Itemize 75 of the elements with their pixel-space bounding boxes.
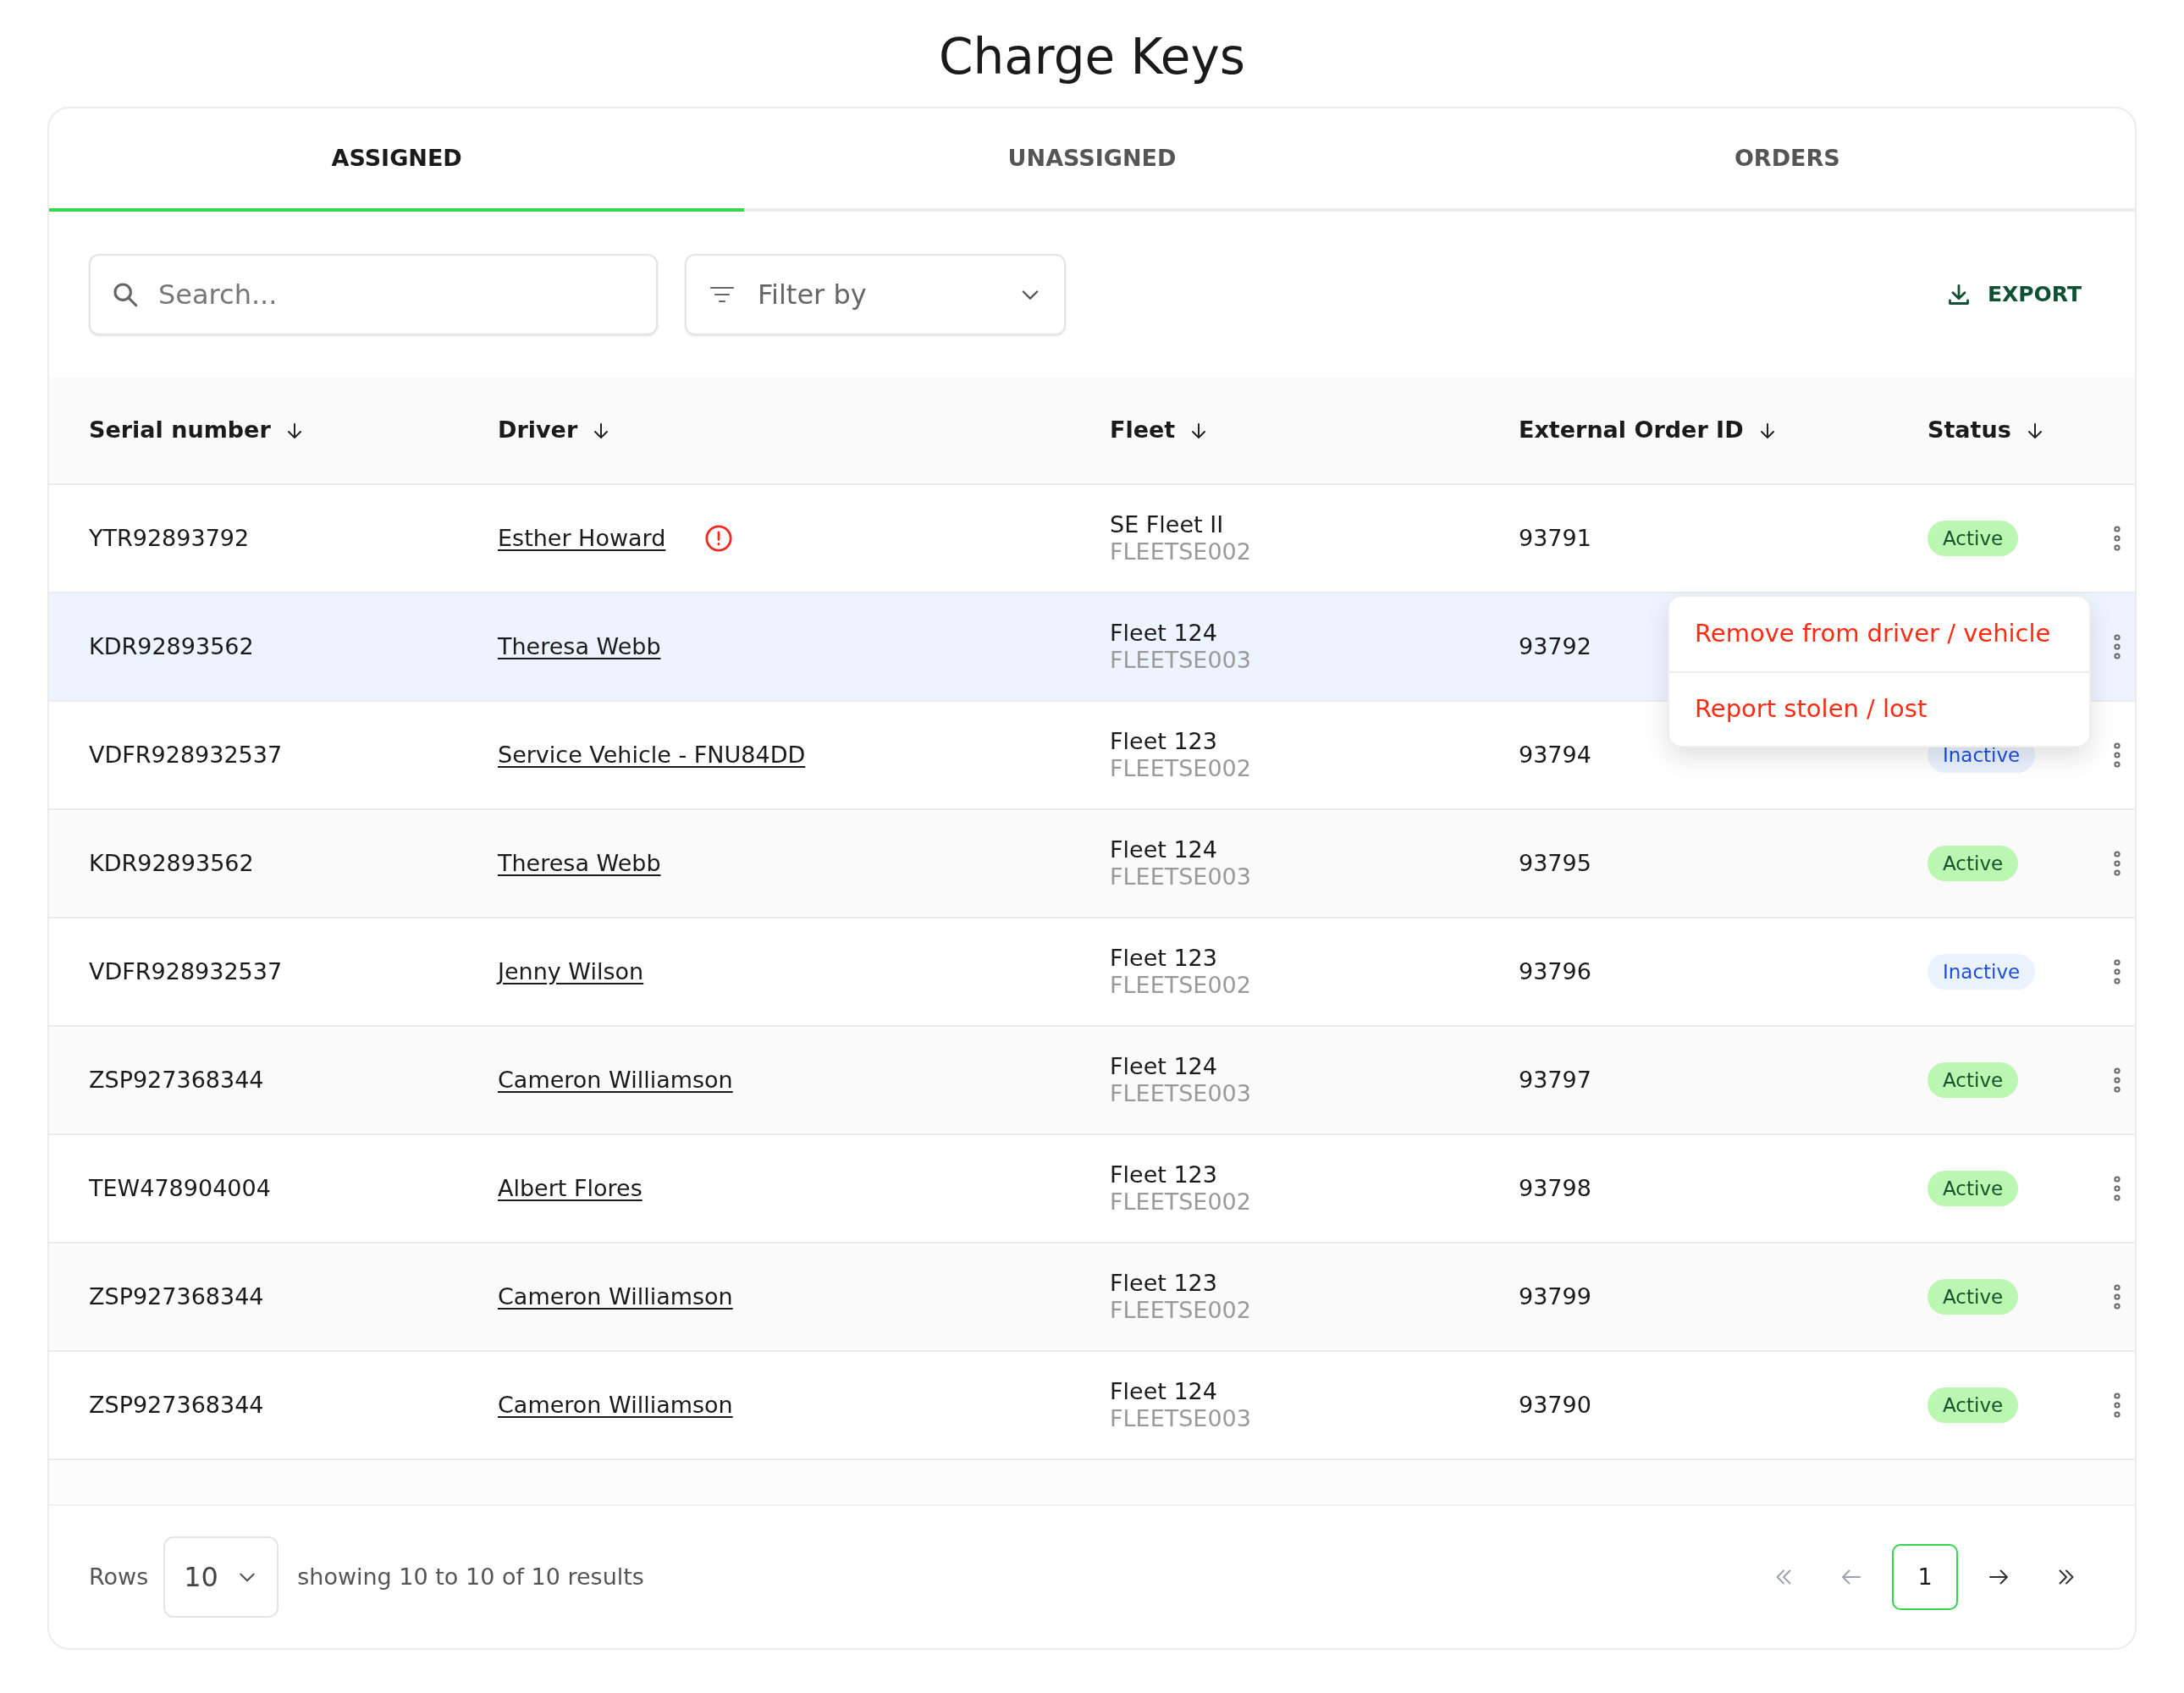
driver-link[interactable]: Jenny Wilson bbox=[498, 954, 644, 990]
driver-link[interactable]: Cameron Williamson bbox=[498, 1279, 733, 1315]
table-cell-text: 93792 bbox=[1519, 631, 1591, 661]
column-header: Driver bbox=[498, 416, 578, 445]
table-cell-text: VDFR928932537 bbox=[89, 957, 283, 986]
table-cell-text: ZSP927368344 bbox=[89, 1282, 264, 1311]
fleet-name: SE Fleet II bbox=[1110, 510, 1224, 538]
fleet-code: FLEETSE002 bbox=[1110, 538, 1251, 566]
fleet-code: FLEETSE003 bbox=[1110, 1080, 1251, 1108]
fleet-code: FLEETSE002 bbox=[1110, 1188, 1251, 1216]
tab[interactable]: UNASSIGNED bbox=[744, 108, 1440, 212]
fleet-name: Fleet 123 bbox=[1110, 944, 1217, 972]
status-badge: Inactive bbox=[1928, 953, 2036, 990]
table-cell-text: 93791 bbox=[1519, 523, 1591, 553]
search-field[interactable]: Search... bbox=[89, 254, 658, 335]
fleet-name: Fleet 123 bbox=[1110, 727, 1217, 755]
fleet-name: Fleet 124 bbox=[1110, 619, 1217, 647]
status-badge: Active bbox=[1928, 1387, 2019, 1424]
table-cell-text: VDFR928932537 bbox=[89, 740, 283, 769]
driver-link[interactable]: Service Vehicle - FNU84DD bbox=[498, 737, 806, 773]
table-cell-text: TEW478904004 bbox=[89, 1173, 271, 1203]
table-cell-text: KDR92893562 bbox=[89, 848, 254, 878]
driver-link[interactable]: Albert Flores bbox=[498, 1171, 643, 1206]
fleet-code: FLEETSE002 bbox=[1110, 1297, 1251, 1325]
menu-item[interactable]: Remove from driver / vehicle bbox=[1669, 597, 2089, 671]
table-cell-text: 93797 bbox=[1519, 1065, 1591, 1095]
column-header: Fleet bbox=[1110, 416, 1176, 445]
download-icon bbox=[1946, 283, 1971, 306]
fleet-name: Fleet 124 bbox=[1110, 835, 1217, 863]
status-badge: Active bbox=[1928, 1170, 2019, 1207]
fleet-code: FLEETSE002 bbox=[1110, 755, 1251, 783]
tab[interactable]: ASSIGNED bbox=[49, 108, 745, 212]
rows-per-page-dropdown[interactable]: 10 bbox=[163, 1536, 279, 1618]
driver-link[interactable]: Cameron Williamson bbox=[498, 1387, 733, 1423]
table-cell-text: 93796 bbox=[1519, 957, 1591, 986]
status-badge: Active bbox=[1928, 845, 2019, 882]
table-row[interactable]: ZSP927368344 Cameron Williamson Fleet 123 FLEETSE002 93799 Active bbox=[49, 1244, 2135, 1352]
table-row[interactable]: KDR92893562 Theresa Webb Fleet 124 FLEETSE003 93795 Active bbox=[49, 810, 2135, 918]
results-summary: showing 10 to 10 of 10 results bbox=[297, 1562, 644, 1591]
driver-link[interactable]: Theresa Webb bbox=[498, 846, 661, 881]
driver-link[interactable]: Cameron Williamson bbox=[498, 1062, 733, 1098]
filter-dropdown[interactable]: Filter by bbox=[685, 254, 1066, 335]
column-header: Status bbox=[1928, 416, 2011, 445]
driver-link[interactable]: Esther Howard bbox=[498, 521, 666, 556]
status-badge: Active bbox=[1928, 1278, 2019, 1315]
table-cell-text: 93790 bbox=[1519, 1390, 1591, 1420]
fleet-name: Fleet 123 bbox=[1110, 1269, 1217, 1297]
tab[interactable]: ORDERS bbox=[1439, 108, 2135, 212]
table-cell-text: YTR92893792 bbox=[89, 523, 250, 553]
fleet-name: Fleet 124 bbox=[1110, 1052, 1217, 1080]
fleet-name: Fleet 124 bbox=[1110, 1377, 1217, 1405]
rows-label: Rows bbox=[89, 1562, 149, 1591]
fleet-code: FLEETSE003 bbox=[1110, 1405, 1251, 1433]
fleet-name: Fleet 123 bbox=[1110, 1161, 1217, 1188]
menu-item[interactable]: Report stolen / lost bbox=[1669, 671, 2089, 746]
table-cell-text: 93799 bbox=[1519, 1282, 1591, 1311]
table-cell-text: 93798 bbox=[1519, 1173, 1591, 1203]
status-badge: Active bbox=[1928, 1062, 2019, 1099]
filter-icon bbox=[709, 284, 736, 305]
table-cell-text: ZSP927368344 bbox=[89, 1390, 264, 1420]
driver-link[interactable]: Theresa Webb bbox=[498, 629, 661, 665]
table-cell-text: 93794 bbox=[1519, 740, 1591, 769]
fleet-code: FLEETSE003 bbox=[1110, 647, 1251, 675]
fleet-code: FLEETSE003 bbox=[1110, 863, 1251, 891]
column-header: External Order ID bbox=[1519, 416, 1744, 445]
table-cell-text: 93795 bbox=[1519, 848, 1591, 878]
search-icon bbox=[111, 280, 140, 309]
export-button[interactable]: EXPORT bbox=[1946, 278, 2082, 311]
table-row[interactable]: ZSP927368344 Cameron Williamson Fleet 124 FLEETSE003 93797 Active bbox=[49, 1027, 2135, 1135]
table-cell-text: KDR92893562 bbox=[89, 631, 254, 661]
fleet-code: FLEETSE002 bbox=[1110, 972, 1251, 1000]
table-cell-text: ZSP927368344 bbox=[89, 1065, 264, 1095]
page-button[interactable]: 1 bbox=[1892, 1544, 1958, 1610]
column-header: Serial number bbox=[89, 416, 271, 445]
status-badge: Active bbox=[1928, 520, 2019, 557]
